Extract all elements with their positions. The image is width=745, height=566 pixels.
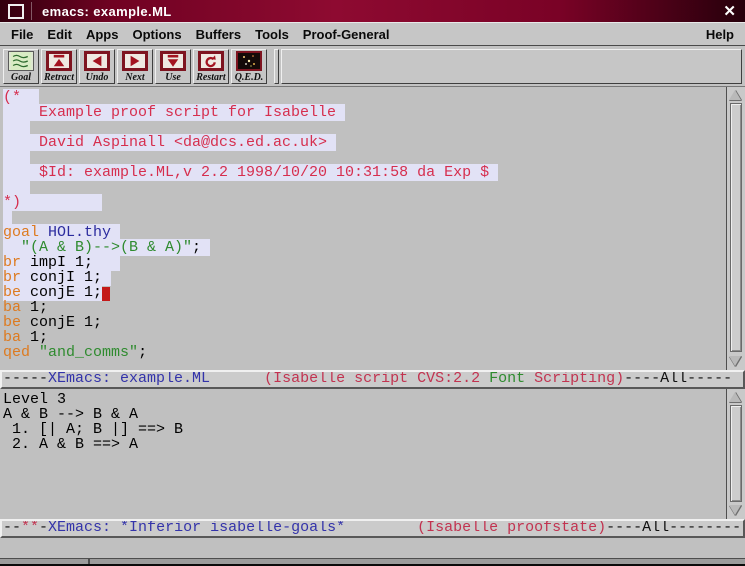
text-cursor: [102, 287, 110, 301]
goals-line: A & B --> B & A: [3, 407, 727, 422]
frame-resize-notch: [88, 559, 90, 564]
qed-icon: [236, 51, 262, 71]
retract-icon: [46, 51, 72, 71]
toolbar-button-label: Q.E.D.: [235, 73, 264, 83]
toolbar-button-goal[interactable]: Goal: [3, 49, 39, 84]
window-title: emacs: example.ML: [34, 4, 172, 19]
code-line: [3, 210, 727, 225]
goals-buffer-window[interactable]: Level 3A & B --> B & A 1. [| A; B |] ==>…: [0, 389, 745, 519]
code-line: "(A & B)-->(B & A)";: [3, 240, 727, 255]
code-line: br impI 1;: [3, 255, 727, 270]
code-line: [3, 180, 727, 195]
goals-scrollbar[interactable]: [726, 389, 745, 519]
code-line: br conjI 1;: [3, 270, 727, 285]
script-buffer-text[interactable]: (* Example proof script for Isabelle Dav…: [0, 87, 727, 370]
goal-scroll-icon: [8, 51, 34, 71]
titlebar-divider: [31, 2, 32, 20]
script-scrollbar[interactable]: [726, 87, 745, 370]
echo-area[interactable]: [0, 538, 745, 558]
code-line: ba 1;: [3, 330, 727, 345]
scroll-up-arrow-icon[interactable]: [729, 89, 742, 101]
toolbar-button-undo[interactable]: Undo: [79, 49, 115, 84]
goals-mode-line[interactable]: --**-XEmacs: *Inferior isabelle-goals* (…: [0, 519, 745, 538]
toolbar-button-next[interactable]: Next: [117, 49, 153, 84]
toolbar-button-label: Restart: [196, 73, 225, 83]
scroll-down-arrow-icon[interactable]: [729, 355, 742, 367]
code-line: be conjE 1;: [3, 315, 727, 330]
toolbar-button-label: Goal: [11, 73, 31, 83]
menu-item-buffers[interactable]: Buffers: [189, 25, 249, 44]
code-line: [3, 150, 727, 165]
code-line: *): [3, 195, 727, 210]
menu-item-proof-general[interactable]: Proof-General: [296, 25, 397, 44]
toolbar-button-retract[interactable]: Retract: [41, 49, 77, 84]
undo-icon: [84, 51, 110, 71]
toolbar-button-qed[interactable]: Q.E.D.: [231, 49, 267, 84]
menu-item-apps[interactable]: Apps: [79, 25, 126, 44]
goals-line: Level 3: [3, 392, 727, 407]
title-bar[interactable]: emacs: example.ML ✕: [0, 0, 745, 22]
close-icon[interactable]: ✕: [714, 2, 745, 20]
scroll-down-arrow-icon[interactable]: [729, 504, 742, 516]
code-line: be conjE 1;: [3, 285, 727, 300]
menu-bar: FileEditAppsOptionsBuffersToolsProof-Gen…: [0, 22, 745, 46]
menu-item-file[interactable]: File: [4, 25, 40, 44]
frame-bottom-edge: [0, 558, 745, 566]
toolbar-filler: [281, 49, 742, 84]
menu-item-options[interactable]: Options: [125, 25, 188, 44]
code-line: $Id: example.ML,v 2.2 1998/10/20 10:31:5…: [3, 165, 727, 180]
toolbar-separator: [274, 49, 279, 84]
restart-icon: [198, 51, 224, 71]
toolbar-button-label: Undo: [86, 73, 109, 83]
script-mode-line[interactable]: -----XEmacs: example.ML (Isabelle script…: [0, 370, 745, 389]
menu-item-tools[interactable]: Tools: [248, 25, 296, 44]
scroll-up-arrow-icon[interactable]: [729, 391, 742, 403]
scrollbar-thumb[interactable]: [730, 103, 742, 352]
window-menu-icon[interactable]: [8, 4, 24, 19]
toolbar-button-use[interactable]: Use: [155, 49, 191, 84]
code-line: qed "and_comms";: [3, 345, 727, 360]
toolbar: Goal Retract Undo Next Use Restart Q.E.D.: [0, 46, 745, 87]
toolbar-button-label: Use: [165, 73, 181, 83]
xemacs-frame: emacs: example.ML ✕ FileEditAppsOptionsB…: [0, 0, 745, 566]
goals-buffer-text[interactable]: Level 3A & B --> B & A 1. [| A; B |] ==>…: [0, 389, 727, 519]
use-icon: [160, 51, 186, 71]
toolbar-button-label: Next: [125, 73, 144, 83]
goals-line: 1. [| A; B |] ==> B: [3, 422, 727, 437]
code-line: (*: [3, 90, 727, 105]
toolbar-button-label: Retract: [44, 73, 74, 83]
code-line: [3, 120, 727, 135]
menu-item-help[interactable]: Help: [699, 25, 741, 44]
code-line: Example proof script for Isabelle: [3, 105, 727, 120]
menu-item-edit[interactable]: Edit: [40, 25, 79, 44]
code-line: David Aspinall <da@dcs.ed.ac.uk>: [3, 135, 727, 150]
goals-line: 2. A & B ==> A: [3, 437, 727, 452]
code-line: goal HOL.thy: [3, 225, 727, 240]
code-line: ba 1;: [3, 300, 727, 315]
script-buffer-window[interactable]: (* Example proof script for Isabelle Dav…: [0, 87, 745, 370]
next-icon: [122, 51, 148, 71]
toolbar-button-restart[interactable]: Restart: [193, 49, 229, 84]
scrollbar-thumb[interactable]: [730, 405, 742, 502]
